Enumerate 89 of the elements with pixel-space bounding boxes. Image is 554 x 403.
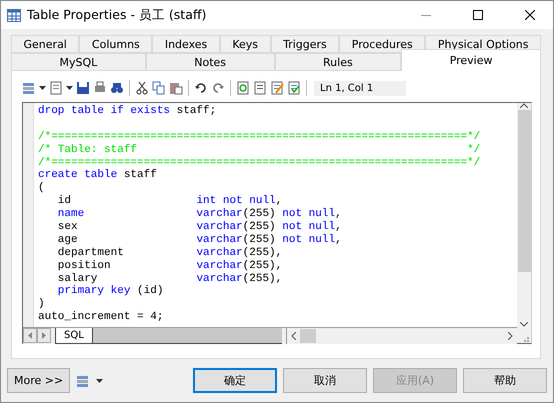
- copy-icon[interactable]: [152, 81, 166, 95]
- scroll-left-icon[interactable]: [291, 332, 296, 340]
- code-text: (255),: [242, 246, 282, 259]
- undo-icon[interactable]: [194, 81, 208, 95]
- tab[interactable]: General: [11, 35, 80, 53]
- code-text: (255): [242, 208, 277, 220]
- code-text: age: [56, 234, 79, 246]
- scroll-up-icon[interactable]: [520, 103, 528, 108]
- caret-icon[interactable]: [39, 86, 46, 90]
- tab[interactable]: Procedures: [339, 35, 426, 53]
- pencil-document-icon[interactable]: [270, 81, 284, 95]
- scrollbar-thumb[interactable]: [300, 329, 316, 343]
- dialog-button[interactable]: 确定: [193, 368, 277, 393]
- code-text: ,: [335, 234, 342, 246]
- scroll-down-icon[interactable]: [520, 322, 528, 327]
- code-text: salary: [56, 272, 98, 285]
- code-text: drop table if exists: [38, 105, 170, 117]
- code-text: varchar: [196, 234, 243, 246]
- code-text: department: [56, 246, 125, 259]
- code-text: varchar: [196, 246, 243, 259]
- code-text: not null: [282, 234, 336, 246]
- code-text: sex: [56, 221, 79, 234]
- edit-document-icon[interactable]: [49, 81, 63, 95]
- code-text: (255),: [242, 260, 282, 272]
- tab[interactable]: Rules: [274, 53, 402, 71]
- code-text: staff;: [176, 105, 216, 117]
- scroll-left-button[interactable]: [23, 328, 37, 343]
- save-icon[interactable]: [76, 81, 90, 95]
- right-arrow-icon: [42, 332, 46, 339]
- stack-icon[interactable]: [76, 374, 90, 388]
- code-text: varchar: [196, 260, 243, 272]
- redo-icon[interactable]: [211, 81, 225, 95]
- code-text: ,: [276, 195, 282, 208]
- code-text: /*===============================================================*/: [38, 156, 480, 169]
- code-text: (id): [136, 285, 164, 298]
- code-text: name: [56, 208, 84, 220]
- code-text: position: [56, 260, 112, 272]
- sheet-tab[interactable]: SQL: [55, 328, 93, 344]
- tab[interactable]: Indexes: [152, 35, 220, 53]
- caret-icon[interactable]: [66, 86, 73, 90]
- code-text: primary key: [56, 285, 130, 298]
- dialog-button[interactable]: 帮助: [463, 368, 547, 393]
- code-text: (255): [242, 221, 277, 234]
- code-text: create table: [38, 169, 118, 182]
- code-text: varchar: [195, 208, 243, 220]
- print-icon[interactable]: [93, 81, 107, 95]
- code-text: varchar: [196, 272, 243, 285]
- code-text: ,: [335, 208, 342, 220]
- cursor-position: Ln 1, Col 1: [314, 80, 406, 96]
- tab[interactable]: Columns: [79, 35, 152, 53]
- binoculars-icon[interactable]: [110, 81, 124, 95]
- minimize-icon: [421, 14, 431, 16]
- left-arrow-icon: [28, 332, 32, 339]
- code-text: /* Table: staff */: [38, 144, 480, 156]
- dialog-button[interactable]: 取消: [283, 368, 367, 393]
- scroll-right-icon[interactable]: [508, 332, 513, 340]
- tab[interactable]: Preview: [401, 49, 542, 71]
- tab[interactable]: MySQL: [11, 53, 146, 71]
- code-text: auto_increment = 4;: [38, 311, 164, 324]
- tab[interactable]: Notes: [146, 53, 275, 71]
- table-icon: [7, 8, 21, 22]
- code-text: id: [56, 195, 72, 208]
- paste-icon[interactable]: [169, 81, 183, 95]
- code-text: (: [38, 182, 45, 194]
- code-text: (255): [242, 234, 277, 246]
- close-icon: [525, 10, 535, 20]
- code-text: ): [38, 298, 45, 310]
- code-text: not null: [282, 208, 336, 220]
- code-text: /*===============================================================*/: [38, 130, 480, 143]
- code-text: int not null: [196, 195, 276, 208]
- code-text: varchar: [196, 221, 243, 234]
- window-title: Table Properties - 员工 (staff): [27, 6, 208, 24]
- vertical-scrollbar[interactable]: [517, 103, 531, 327]
- code-text: not null: [282, 221, 336, 234]
- maximize-icon: [473, 10, 483, 20]
- code-text: ,: [335, 221, 342, 234]
- scrollbar-thumb[interactable]: [518, 110, 530, 272]
- code-editor[interactable]: [22, 102, 532, 344]
- document-icon[interactable]: [253, 81, 267, 95]
- more-button[interactable]: More >>: [7, 368, 70, 393]
- code-text: staff: [122, 169, 157, 182]
- scroll-right-button[interactable]: [37, 328, 51, 343]
- tab[interactable]: Keys: [220, 35, 271, 53]
- check-document-icon[interactable]: [287, 81, 301, 95]
- code-text: (255),: [242, 272, 282, 285]
- tab[interactable]: Triggers: [270, 35, 340, 53]
- refresh-document-icon[interactable]: [236, 81, 250, 95]
- caret-icon[interactable]: [96, 378, 104, 382]
- cut-icon[interactable]: [135, 81, 149, 95]
